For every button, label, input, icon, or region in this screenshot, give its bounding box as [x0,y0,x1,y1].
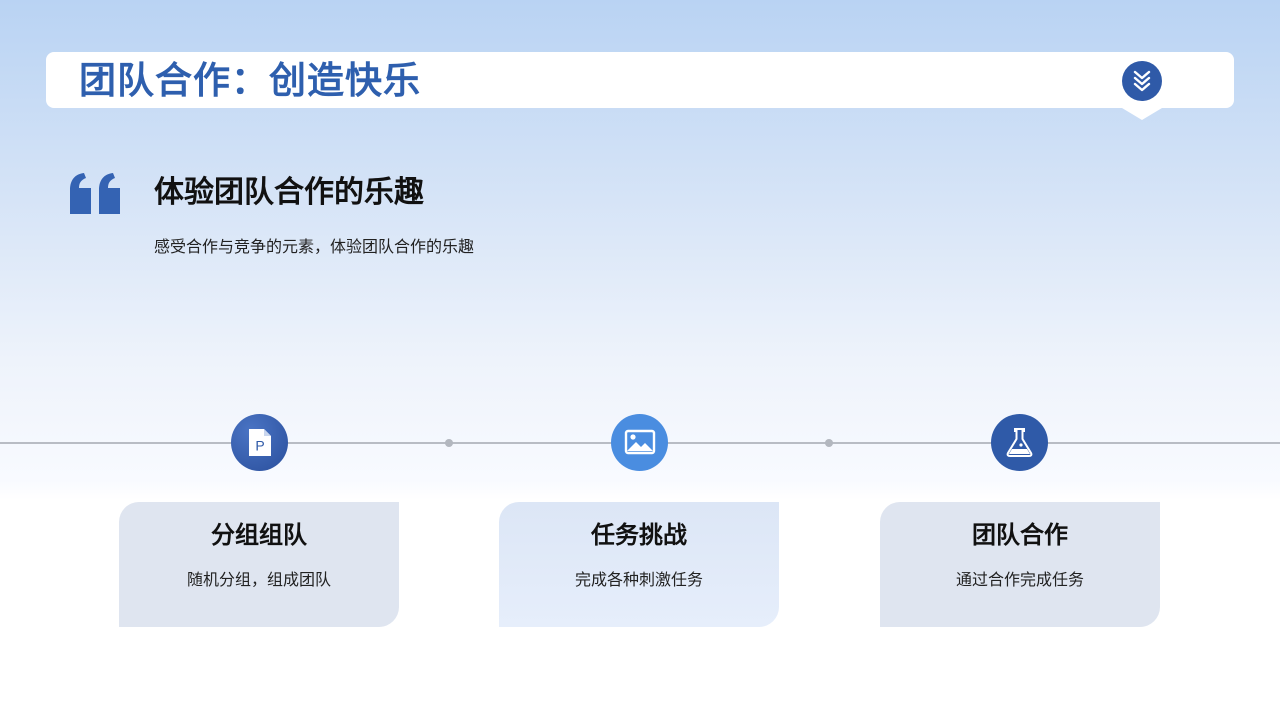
title-notch [1122,108,1162,120]
card-title: 任务挑战 [591,521,687,549]
card-desc: 随机分组，组成团队 [186,570,331,589]
step-card-1: 分组组队 随机分组，组成团队 [119,502,399,627]
image-icon [611,414,668,471]
timeline-dot [445,439,453,447]
svg-text:P: P [255,438,264,454]
card-desc: 完成各种刺激任务 [574,570,703,589]
step-card-3: 团队合作 通过合作完成任务 [880,502,1160,627]
document-p-icon: P [231,414,288,471]
section-heading: 体验团队合作的乐趣 [154,175,424,210]
section-subtitle: 感受合作与竞争的元素，体验团队合作的乐趣 [154,237,475,256]
flask-icon [991,414,1048,471]
timeline-dot [825,439,833,447]
double-chevron-down-icon[interactable] [1122,61,1162,101]
card-desc: 通过合作完成任务 [955,570,1084,589]
step-card-2: 任务挑战 完成各种刺激任务 [499,502,779,627]
card-title: 团队合作 [972,521,1068,549]
title-bar: 团队合作：创造快乐 [46,52,1234,120]
quote-icon [69,172,123,220]
card-title: 分组组队 [211,521,307,549]
page-title: 团队合作：创造快乐 [79,59,421,102]
